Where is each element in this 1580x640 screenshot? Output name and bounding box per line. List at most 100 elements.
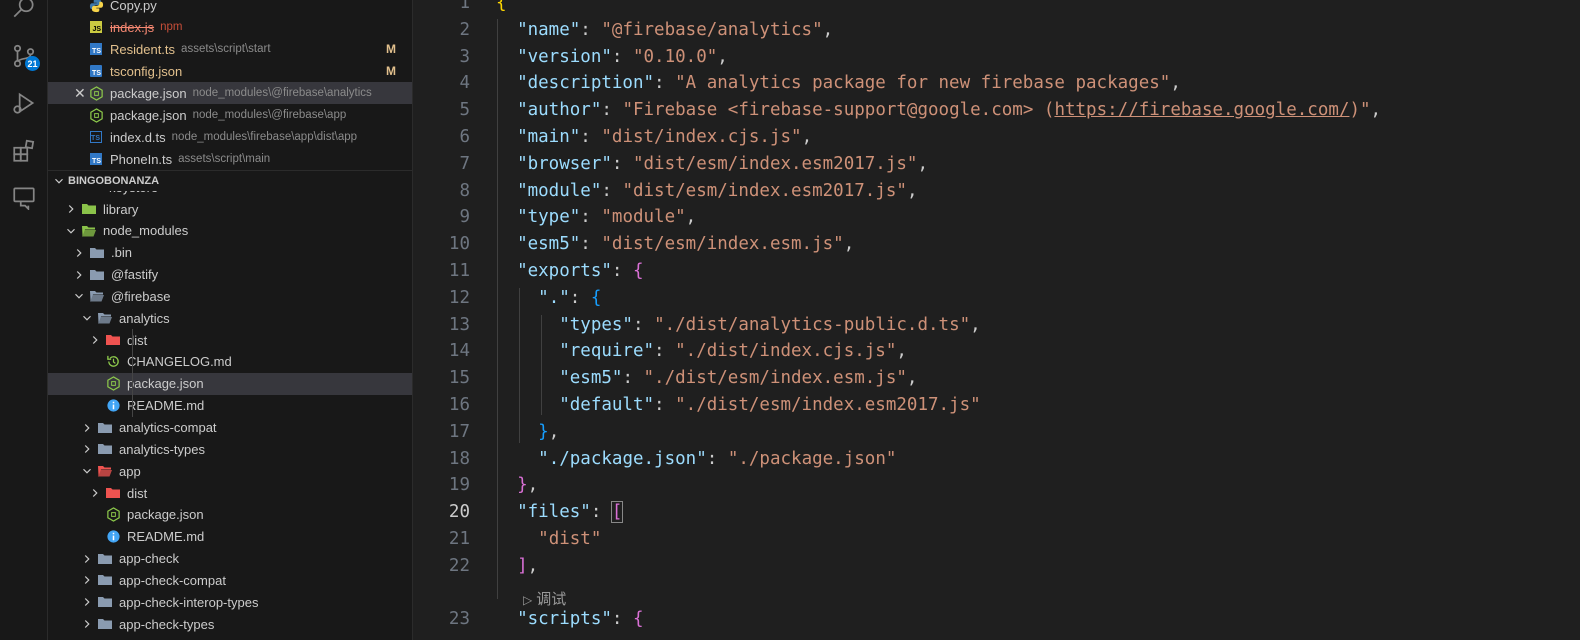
code-token: : [611,46,633,67]
code-line: }, [496,475,538,495]
close-icon[interactable]: ✕ [74,85,86,102]
line-number: 3 [459,46,470,67]
codelens-label: 调试 [536,590,567,608]
open-editor-name: tsconfig.json [110,63,183,79]
typescript-file-icon: TS [88,41,104,57]
code-line: "type": "module", [496,207,696,227]
search-icon[interactable] [0,0,48,28]
code-token: "esm5" [559,368,623,389]
open-editor-item[interactable]: TS index.d.ts node_modules\firebase\app\di… [48,126,412,148]
typescript-file-icon: TS [88,151,104,167]
code-token: : [569,287,591,308]
code-token: , [906,368,918,389]
git-status-badge: M [386,64,396,78]
extensions-icon[interactable] [0,131,48,171]
line-number: 12 [448,287,470,308]
code-token: : [580,234,602,255]
git-status-badge: M [386,42,396,56]
tree-item-label: library [103,201,139,217]
tree-item-label: @firebase [111,288,171,304]
tree-item[interactable]: app-check-compat [48,569,412,591]
debug-codelens[interactable]: ▷ 调试 [523,588,566,609]
tree-item[interactable]: app [48,460,412,482]
run-debug-icon[interactable] [0,83,48,123]
tree-item[interactable]: analytics [48,307,412,329]
tree-item[interactable]: @firebase [48,285,412,307]
line-number: 4 [459,73,470,94]
open-editor-item[interactable]: JS index.js npm [48,16,412,38]
code-token: "./package.json" [727,448,897,469]
changelog-icon [105,354,121,370]
code-token: : [622,368,644,389]
tree-item[interactable]: library [48,198,412,220]
tree-item[interactable]: analytics-compat [48,417,412,439]
remote-explorer-icon[interactable] [0,177,48,217]
explorer-section-header[interactable]: BINGOBONANZA [48,170,412,191]
code-token: "./dist/esm/index.esm.js" [643,368,907,389]
open-editor-path: node_modules\firebase\app\dist\app [171,131,358,143]
folder-icon [97,441,113,457]
open-editor-item[interactable]: TS PhoneIn.ts assets\script\main [48,148,412,170]
chevron-right-icon [92,336,98,345]
code-token: , [548,421,560,442]
tree-item[interactable]: package.json [48,372,412,395]
code-token: https://firebase.google.com/ [1054,100,1350,121]
tree-item-label: analytics-compat [119,420,217,435]
tsconfig-file-icon: TS [88,63,104,79]
chevron-right-icon [68,205,74,213]
line-number: 19 [448,475,470,496]
open-editor-item[interactable]: TS tsconfig.json M [48,60,412,82]
indent-guide [132,329,133,417]
line-number: 7 [459,153,470,174]
tree-item-label: app [119,463,141,479]
folder-icon [97,594,113,610]
tree-item[interactable]: CHANGELOG.md [48,351,412,373]
open-editor-item[interactable]: package.json node_modules\@firebase\app [48,104,412,126]
source-control-icon[interactable] [0,36,48,76]
tree-item[interactable]: .bin [48,242,412,264]
open-editor-item[interactable]: TS Resident.ts assets\script\start M [48,38,412,60]
tree-item-label: app-check [119,551,179,567]
code-token: : [706,448,728,469]
tree-item-label: README.md [127,398,205,414]
open-editor-item[interactable]: ✕ package.json node_modules\@firebase\anal… [48,82,412,104]
tree-item[interactable]: app-check [48,548,412,570]
code-token: "module" [601,207,686,228]
tree-item[interactable]: dist [48,329,412,351]
code-line: "module": "dist/esm/index.esm2017.js", [496,181,917,201]
tree-item-label: app-check-compat [119,572,226,588]
open-editor-path: assets\script\main [178,153,271,165]
tree-item[interactable]: package.json [48,504,412,526]
code-token: { [590,287,602,308]
folder-open-icon [89,288,105,304]
code-token: , [822,19,834,40]
code-editor[interactable]: 1 {2 "name": "@firebase/analytics", 3 "ver… [413,0,1580,640]
code-line: }, [496,422,559,442]
tree-item-label: dist [127,485,148,501]
code-token: "scripts" [517,609,612,630]
tree-item-label: package.json [127,376,204,392]
tree-item[interactable]: dist [48,482,412,504]
code-token: "dist/esm/index.esm2017.js" [632,153,918,174]
typescript-definition-icon: TS [88,129,104,145]
open-editor-item[interactable]: Copy.py [48,0,412,16]
tree-item[interactable]: README.md [48,395,412,417]
tree-item-label: analytics-types [119,441,205,457]
line-number: 16 [448,395,470,415]
tree-item[interactable]: node_modules [48,220,412,242]
chevron-down-icon [75,294,83,300]
code-token: , [801,127,813,147]
code-token: "name" [517,19,581,40]
chevron-right-icon [84,576,90,585]
tree-item[interactable]: app-check-types [48,613,412,635]
nodejs-file-icon [88,85,104,101]
code-token: "type" [517,207,581,228]
tree-item[interactable]: analytics-types [48,438,412,460]
code-token: "author" [517,100,602,121]
tree-item[interactable]: @fastify [48,264,412,286]
open-editor-path: npm [160,21,183,33]
tree-item[interactable]: README.md [48,526,412,548]
tree-item[interactable]: app-check-interop-types [48,591,412,613]
tree-item-label: app-check-interop-types [119,594,259,610]
play-icon: ▷ [523,592,533,607]
